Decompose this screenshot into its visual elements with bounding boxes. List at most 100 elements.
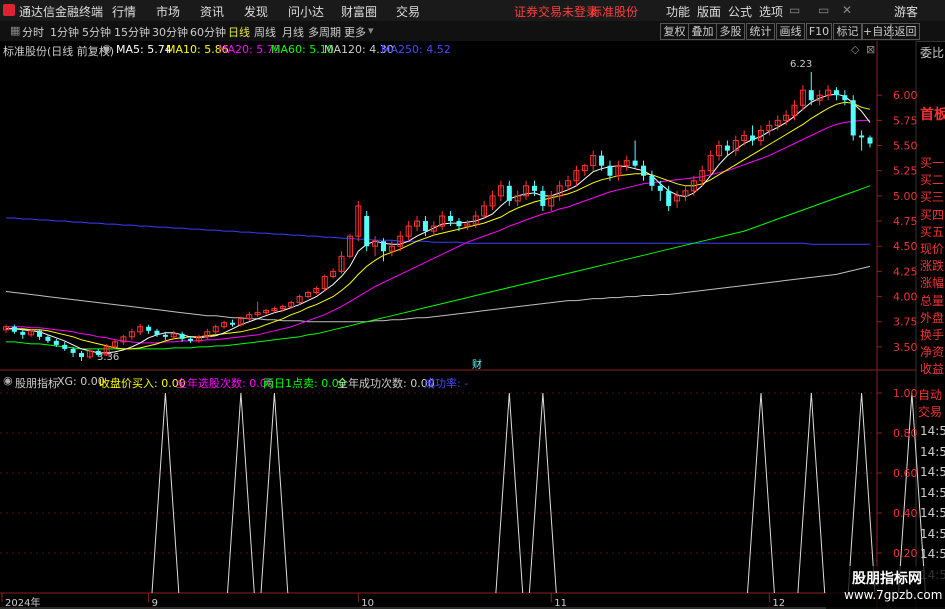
ma250-label: MA250: 4.52 — [381, 43, 451, 56]
indicator-tick-label: 0.20 — [893, 547, 918, 560]
guest-label[interactable]: 游客 — [894, 3, 918, 20]
period-tab-15min[interactable]: 15分钟 — [114, 24, 150, 40]
menu-functions[interactable]: 功能 — [666, 3, 690, 20]
f10-button[interactable]: F10 — [806, 23, 832, 40]
trade-time: 14:56 — [920, 465, 945, 479]
menu-trade[interactable]: 交易 — [396, 3, 420, 20]
candle-body — [599, 155, 605, 166]
period-tab-1min[interactable]: 1分钟 — [50, 24, 79, 40]
menu-formula[interactable]: 公式 — [728, 3, 752, 20]
restore-icon[interactable]: ▭ — [818, 3, 829, 17]
candle-body — [657, 185, 663, 191]
menu-assistant[interactable]: 问小达 — [288, 3, 324, 20]
candle-body — [641, 165, 647, 176]
quote-label: 买一 — [920, 156, 945, 170]
candle-body — [842, 95, 848, 101]
period-tab-weekly[interactable]: 周线 — [254, 24, 276, 40]
success-count-label: 全年成功次数: 0.00 — [337, 377, 435, 390]
quote-label: 涨跌 — [920, 259, 945, 274]
candle-body — [146, 326, 152, 331]
menu-market-quotes[interactable]: 行情 — [112, 3, 136, 20]
candlestick-chart[interactable]: 6.00 5.75 5.50 5.25 5.00 4.75 4.50 4.25 4.00 3.75… — [0, 41, 945, 371]
candle-body — [162, 334, 168, 337]
price-tick-label: 3.75 — [893, 316, 918, 329]
date-tick-label: 11 — [554, 598, 567, 609]
candle-body — [154, 330, 160, 335]
auto-label: 自动 — [918, 388, 943, 402]
price-tick-label: 4.75 — [893, 215, 918, 228]
price-tick-label: 4.00 — [893, 291, 918, 304]
candle-body — [666, 190, 672, 206]
xg-label: XG: 0.00 — [57, 375, 105, 388]
period-tab-60min[interactable]: 60分钟 — [190, 24, 226, 40]
candle-body — [62, 344, 68, 349]
quote-label: 总量 — [920, 293, 945, 308]
menu-icon[interactable]: ▦ — [10, 24, 20, 37]
menu-wealth-circle[interactable]: 财富圈 — [341, 3, 377, 20]
two-day-label: 两日1点卖: 0.00 — [263, 377, 346, 390]
indicator-tick-label: 0.40 — [893, 507, 918, 520]
settings-icon[interactable]: ◉ — [102, 42, 112, 55]
login-status[interactable]: 证券交易未登录 — [514, 3, 598, 20]
close-icon[interactable]: ✕ — [842, 3, 852, 17]
period-tab-more[interactable]: 更多 — [344, 24, 366, 40]
finance-marker[interactable]: 财 — [472, 358, 482, 371]
trade-label: 交易 — [918, 405, 943, 419]
close-panel-icon[interactable]: ⊠ — [866, 43, 875, 56]
trade-time: 14:56 — [920, 526, 945, 541]
quote-label: 现价 — [920, 242, 945, 256]
buy-label: 收盘价买入: 0.00 — [99, 377, 186, 390]
period-tab-5min[interactable]: 5分钟 — [82, 24, 111, 40]
settings-icon[interactable]: ◉ — [3, 374, 13, 387]
date-tick-label: 12 — [772, 598, 785, 609]
period-tab-monthly[interactable]: 月线 — [282, 24, 304, 40]
candle-body — [808, 90, 814, 101]
adjust-button[interactable]: 复权 — [660, 23, 689, 40]
indicator-tick-label: 0.80 — [893, 427, 918, 440]
mark-button[interactable]: 标记 — [833, 23, 862, 40]
add-watchlist-button[interactable]: +自选 — [862, 23, 894, 40]
candle-body — [422, 221, 428, 232]
minimize-icon[interactable]: ▭ — [789, 3, 800, 17]
candle-body — [20, 331, 26, 335]
candle-body — [750, 135, 756, 141]
candle-body — [867, 137, 873, 144]
order-ratio-label: 委比 — [920, 46, 945, 60]
menu-market[interactable]: 市场 — [156, 3, 180, 20]
candle-body — [724, 145, 730, 151]
price-tick-label: 3.50 — [893, 341, 918, 354]
draw-line-button[interactable]: 画线 — [776, 23, 805, 40]
quote-label: 买二 — [920, 173, 945, 188]
menu-layout[interactable]: 版面 — [697, 3, 721, 20]
menu-discover[interactable]: 发现 — [244, 3, 268, 20]
candle-body — [531, 185, 537, 191]
statistics-button[interactable]: 统计 — [746, 23, 775, 40]
low-price-label: 3.36 — [97, 352, 119, 363]
ma5-label: MA5: 5.74 — [116, 43, 172, 56]
period-tab-30min[interactable]: 30分钟 — [152, 24, 188, 40]
menu-news[interactable]: 资讯 — [200, 3, 224, 20]
price-tick-label: 5.25 — [893, 165, 918, 178]
date-tick-label: 9 — [152, 598, 158, 609]
period-tab-intraday[interactable]: 分时 — [22, 24, 44, 40]
candle-body — [37, 330, 43, 337]
overlay-button[interactable]: 叠加 — [688, 23, 717, 40]
watermark-url: www.7gpzb.com — [844, 588, 943, 602]
quote-label: 净资 — [920, 345, 945, 360]
candle-body — [380, 241, 386, 252]
candle-body — [45, 336, 51, 341]
quote-label: 收益 — [920, 362, 945, 377]
candle-body — [859, 135, 865, 138]
candle-body — [632, 160, 638, 166]
menu-options[interactable]: 选项 — [759, 3, 783, 20]
candle-body — [540, 190, 546, 206]
diamond-icon[interactable]: ◇ — [851, 43, 859, 56]
chevron-down-icon[interactable]: ▾ — [368, 24, 374, 37]
period-tab-daily[interactable]: 日线 — [228, 24, 250, 40]
app-logo-icon — [3, 4, 15, 16]
back-button[interactable]: 返回 — [891, 23, 920, 40]
indicator-chart[interactable]: 1.00 0.80 0.60 0.40 0.20 2024年 9 10 11 12 — [0, 371, 945, 609]
period-tab-multi[interactable]: 多周期 — [308, 24, 341, 40]
candle-body — [649, 175, 655, 186]
multi-stock-button[interactable]: 多股 — [716, 23, 745, 40]
